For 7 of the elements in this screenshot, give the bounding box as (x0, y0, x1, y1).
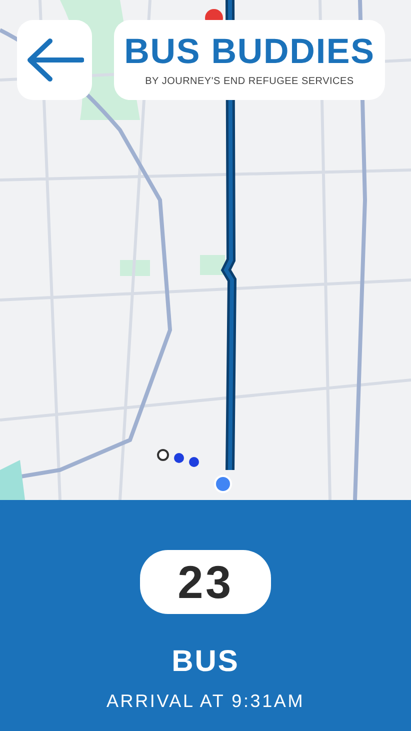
app-title: BUS BUDDIES (124, 32, 375, 72)
route-number: 23 (140, 550, 271, 614)
app-subtitle: BY JOURNEY'S END REFUGEE SERVICES (145, 74, 354, 88)
back-button[interactable] (17, 20, 92, 100)
arrival-time: ARRIVAL AT 9:31AM (106, 690, 304, 713)
back-arrow-icon (26, 38, 84, 82)
transit-mode: BUS (172, 644, 240, 680)
